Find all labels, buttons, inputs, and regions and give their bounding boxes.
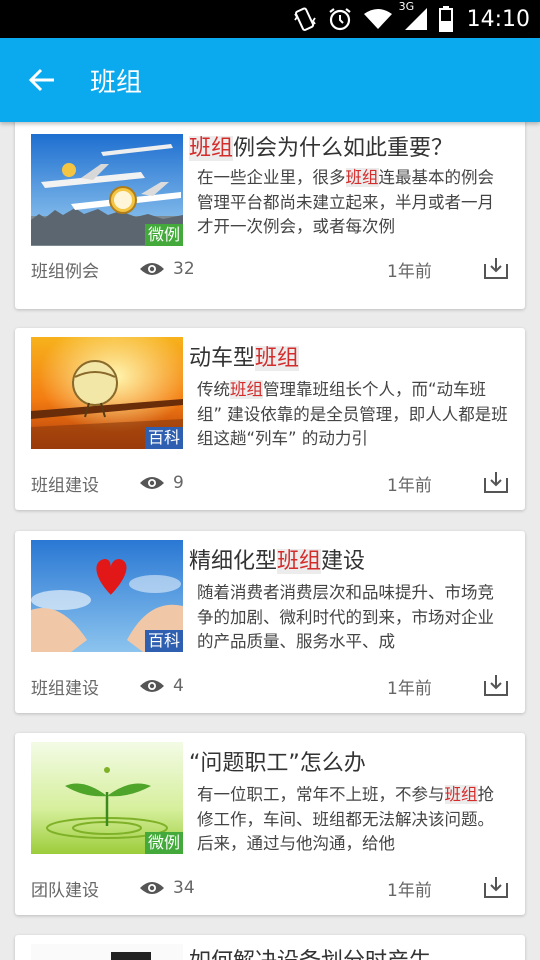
signal-icon: 3G [399, 0, 429, 32]
article-tag: 微例 [144, 832, 183, 854]
download-icon [484, 675, 508, 696]
download-button[interactable] [483, 673, 509, 702]
view-count: 34 [173, 878, 195, 898]
article-summary: 随着消费者消费层次和品味提升、市场竞争的加剧、微利时代的到来，市场对企业的产品质… [197, 583, 494, 651]
download-icon [484, 472, 508, 493]
article-category: 班组建设 [31, 678, 99, 699]
article-thumbnail: 百科 [31, 337, 183, 449]
download-button[interactable] [483, 256, 509, 285]
article-meta: 班组例会 32 1年前 [31, 254, 509, 284]
article-meta: 班组建设 4 1年前 [31, 671, 509, 701]
page-title: 班组 [90, 67, 143, 98]
view-count: 32 [173, 259, 195, 279]
article-time: 1年前 [387, 678, 432, 699]
download-button[interactable] [483, 470, 509, 499]
article-thumbnail: 微例 [31, 134, 183, 246]
eye-icon [140, 477, 164, 489]
article-title: 如何解决设备划分时产生 [189, 943, 513, 960]
article-tag: 百科 [144, 630, 183, 652]
article-card[interactable]: 微例 “问题职工”怎么办 有一位职工，常年不上班，不参与班组抢修工作，车间、班组… [15, 733, 525, 915]
battery-icon [438, 6, 453, 32]
article-summary: 在一些企业里，很多班组连最基本的例会管理平台都尚未建立起来，半月或者一月才开一次… [197, 168, 494, 236]
article-title: 动车型班组 [189, 346, 300, 371]
article-tag: 微例 [144, 224, 183, 246]
article-meta: 团队建设 34 1年前 [31, 873, 509, 903]
article-title: 班组例会为什么如此重要？ [189, 136, 454, 161]
eye-icon [140, 680, 164, 692]
article-thumbnail: 微例 [31, 742, 183, 854]
back-button[interactable] [0, 38, 84, 122]
article-title: 精细化型班组建设 [189, 549, 366, 574]
download-button[interactable] [483, 875, 509, 904]
article-summary: 有一位职工，常年不上班，不参与班组抢修工作，车间、班组都无法解决该问题。后来，通… [197, 785, 494, 853]
article-thumbnail [31, 944, 183, 960]
article-time: 1年前 [387, 261, 432, 282]
clock: 14:10 [466, 6, 530, 32]
article-title: “问题职工”怎么办 [189, 751, 366, 776]
vibrate-icon [293, 6, 317, 32]
article-summary: 传统班组管理靠班组长个人，而“动车班组” 建设依靠的是全员管理，即人人都是班组这… [197, 380, 508, 448]
view-count: 4 [173, 676, 184, 696]
article-tag: 百科 [144, 427, 183, 449]
article-list[interactable]: 微例 班组例会为什么如此重要？ 在一些企业里，很多班组连最基本的例会管理平台都尚… [0, 122, 540, 960]
eye-icon [140, 263, 164, 275]
article-card[interactable]: 微例 班组例会为什么如此重要？ 在一些企业里，很多班组连最基本的例会管理平台都尚… [15, 122, 525, 309]
arrow-back-icon [28, 68, 54, 92]
alarm-icon [327, 6, 353, 32]
article-card[interactable]: 百科 精细化型班组建设 随着消费者消费层次和品味提升、市场竞争的加剧、微利时代的… [15, 531, 525, 713]
article-time: 1年前 [387, 475, 432, 496]
article-card[interactable]: 百科 动车型班组 传统班组管理靠班组长个人，而“动车班组” 建设依靠的是全员管理… [15, 328, 525, 510]
article-category: 班组例会 [31, 261, 99, 282]
network-type-label: 3G [398, 0, 415, 13]
download-icon [484, 877, 508, 898]
view-count: 9 [173, 473, 184, 493]
status-bar: 3G 14:10 [0, 0, 540, 38]
article-category: 班组建设 [31, 475, 99, 496]
download-icon [484, 258, 508, 279]
article-card[interactable]: 如何解决设备划分时产生 [15, 935, 525, 960]
app-bar: 班组 [0, 38, 540, 122]
wifi-icon [363, 7, 393, 31]
eye-icon [140, 882, 164, 894]
article-meta: 班组建设 9 1年前 [31, 468, 509, 498]
article-time: 1年前 [387, 880, 432, 901]
article-category: 团队建设 [31, 880, 99, 901]
article-thumbnail: 百科 [31, 540, 183, 652]
